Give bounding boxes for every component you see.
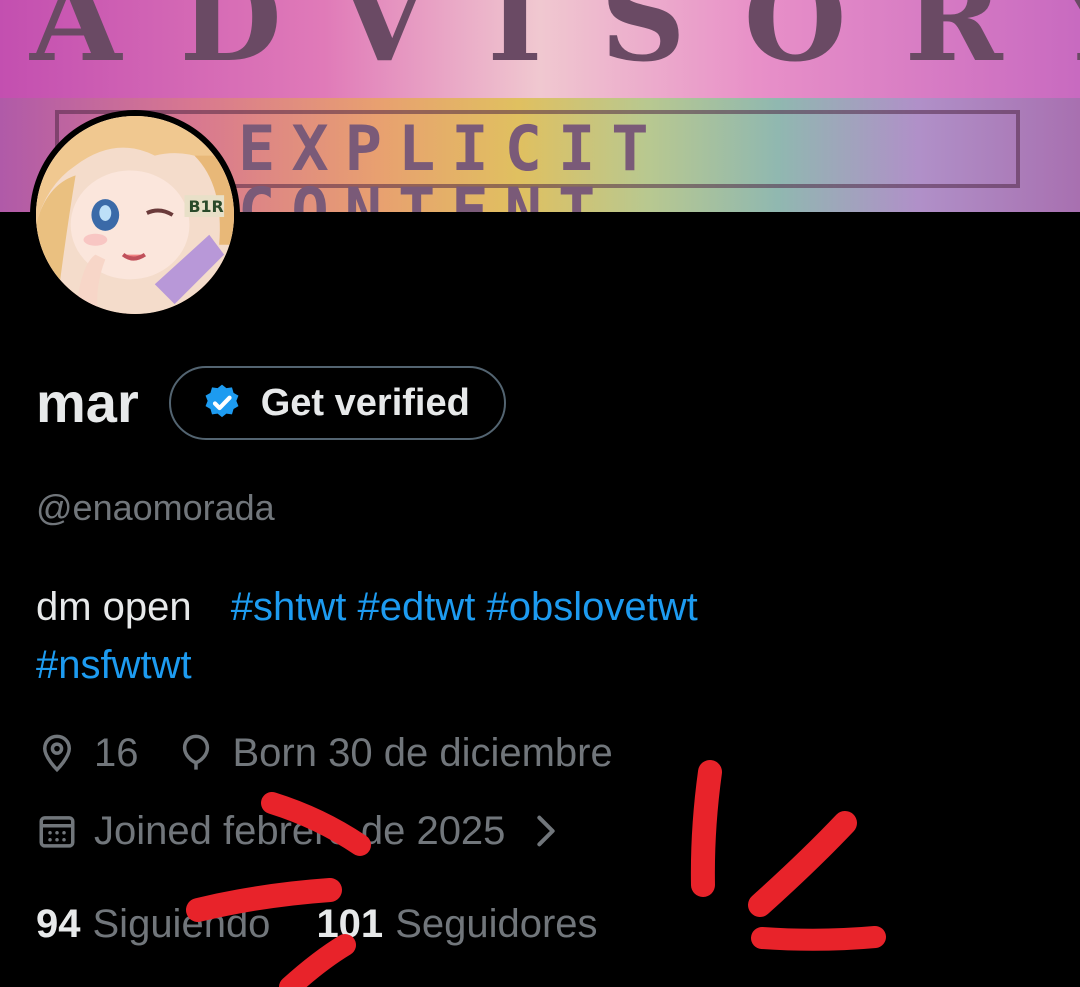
get-verified-label: Get verified — [260, 382, 470, 424]
bio: dm open #shtwt #edtwt #obslovetwt #nsfwt… — [36, 578, 1036, 694]
chevron-right-icon — [537, 815, 556, 847]
scribble-stroke — [751, 926, 886, 951]
following-label: Siguiendo — [92, 902, 271, 946]
followers-link[interactable]: 101 Seguidores — [316, 904, 597, 944]
followers-count: 101 — [316, 902, 384, 946]
profile-meta-row: 16 Born 30 de diciembre — [36, 732, 649, 774]
calendar-icon — [39, 816, 75, 848]
name-row: mar Get verified — [36, 364, 506, 442]
svg-text:B1R: B1R — [188, 197, 223, 216]
hashtag-link[interactable]: #edtwt — [358, 585, 476, 629]
location-text: 16 — [94, 731, 139, 775]
joined-text: Joined febrero de 2025 — [94, 809, 506, 853]
scribble-stroke — [279, 934, 356, 987]
balloon-icon — [182, 734, 209, 770]
avatar[interactable]: B1R — [30, 110, 240, 320]
banner-headline: ADVISORY — [30, 0, 1080, 88]
birthday-item: Born 30 de diciembre — [175, 732, 613, 774]
location-item: 16 — [36, 732, 139, 774]
user-handle: @enaomorada — [36, 487, 275, 528]
banner-subline: EXPLICIT CONTENT — [238, 112, 665, 213]
follow-stats: 94 Siguiendo 101 Seguidores — [36, 904, 644, 944]
followers-label: Seguidores — [395, 902, 598, 946]
hashtag-link[interactable]: #obslovetwt — [487, 585, 698, 629]
display-name: mar — [36, 371, 139, 434]
joined-item: Joined febrero de 2025 — [36, 810, 505, 852]
following-link[interactable]: 94 Siguiendo — [36, 904, 270, 944]
hashtag-link[interactable]: #nsfwtwt — [36, 643, 192, 687]
location-pin-icon — [42, 734, 72, 773]
following-count: 94 — [36, 902, 81, 946]
hashtag-link[interactable]: #shtwt — [231, 585, 347, 629]
scribble-stroke — [690, 760, 722, 897]
bio-text: dm open — [36, 585, 192, 629]
verified-badge-icon — [205, 384, 239, 418]
joined-row[interactable]: Joined febrero de 2025 — [36, 810, 561, 852]
scribble-stroke — [748, 811, 857, 917]
avatar-illustration: B1R — [36, 116, 234, 314]
get-verified-button[interactable]: Get verified — [168, 366, 506, 440]
birthday-text: Born 30 de diciembre — [232, 731, 613, 775]
